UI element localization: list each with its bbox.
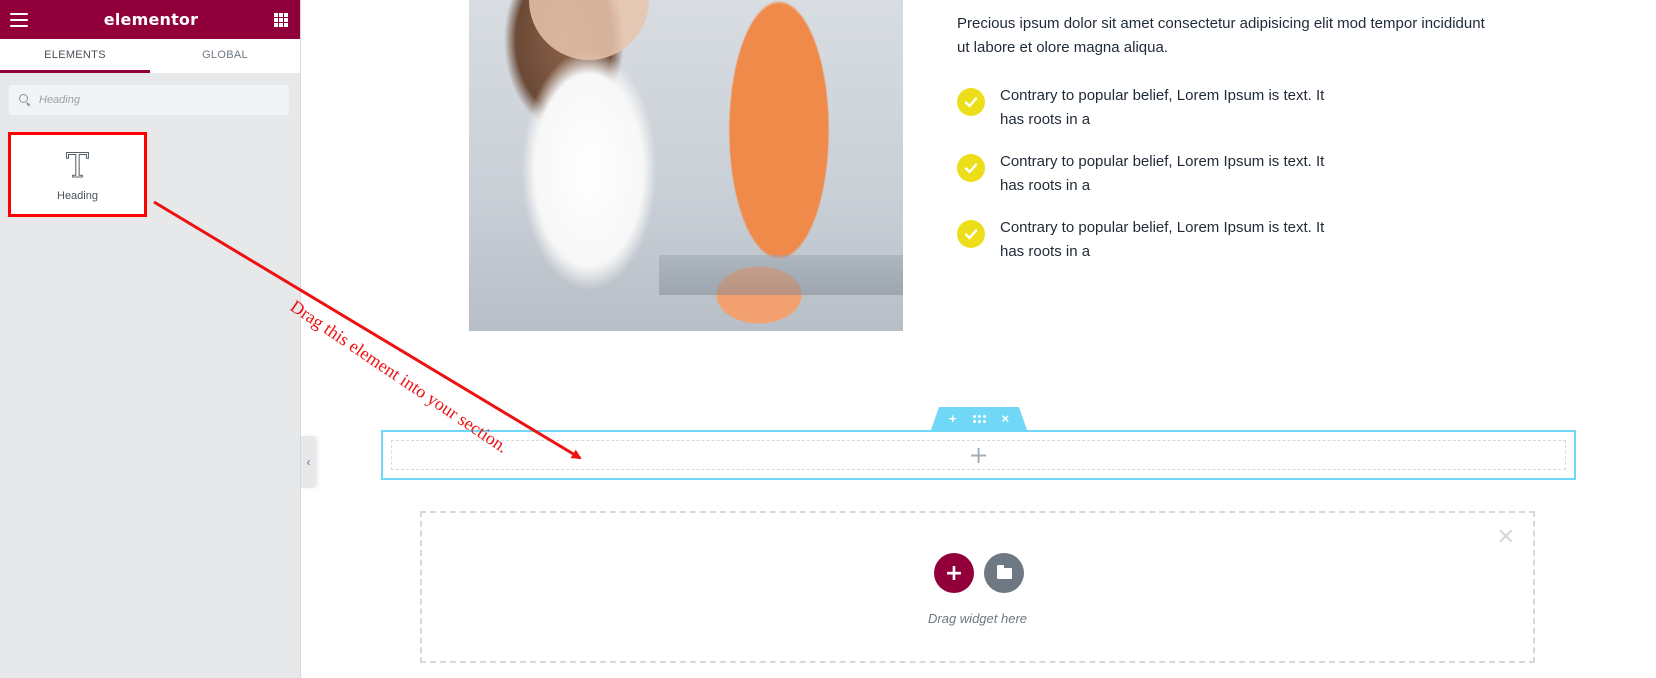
add-section-icon[interactable]: + xyxy=(949,412,957,425)
menu-icon[interactable] xyxy=(10,12,28,27)
add-new-section-button[interactable]: + xyxy=(934,553,974,593)
empty-section: + xyxy=(381,430,1576,480)
feature-item: Contrary to popular belief, Lorem Ipsum … xyxy=(957,150,1330,198)
search-box xyxy=(8,84,290,116)
feature-text: Contrary to popular belief, Lorem Ipsum … xyxy=(1000,153,1325,194)
intro-text: Precious ipsum dolor sit amet consectetu… xyxy=(957,15,1485,56)
hero-image xyxy=(469,0,903,331)
widgets-grid-icon[interactable] xyxy=(274,12,288,27)
feature-text: Contrary to popular belief, Lorem Ipsum … xyxy=(1000,87,1325,128)
tab-global[interactable]: GLOBAL xyxy=(150,39,300,73)
add-section-buttons: + xyxy=(934,553,1024,593)
heading-widget[interactable]: T Heading xyxy=(8,132,147,217)
add-section-area: ✕ + Drag widget here xyxy=(420,511,1535,663)
plus-icon[interactable]: + xyxy=(968,443,988,467)
close-icon[interactable]: ✕ xyxy=(1497,527,1515,549)
tab-elements[interactable]: ELEMENTS xyxy=(0,39,150,73)
feature-item: Contrary to popular belief, Lorem Ipsum … xyxy=(957,216,1330,264)
editor-panel: elementor ELEMENTS GLOBAL T Heading xyxy=(0,0,301,678)
search-input[interactable] xyxy=(39,94,279,106)
heading-icon: T xyxy=(66,145,90,186)
empty-column[interactable]: + xyxy=(391,440,1566,470)
elementor-logo: elementor xyxy=(103,10,199,29)
check-icon xyxy=(957,220,985,248)
widget-label: Heading xyxy=(57,189,98,202)
folder-icon xyxy=(996,564,1012,579)
check-icon xyxy=(957,154,985,182)
check-icon xyxy=(957,88,985,116)
feature-text: Contrary to popular belief, Lorem Ipsum … xyxy=(1000,219,1325,260)
panel-tabs: ELEMENTS GLOBAL xyxy=(0,39,300,73)
drag-widget-hint: Drag widget here xyxy=(928,611,1027,626)
delete-section-icon[interactable]: × xyxy=(1002,412,1010,425)
add-template-button[interactable] xyxy=(984,553,1024,593)
drag-handle-icon[interactable] xyxy=(972,414,986,423)
collapse-panel-button[interactable]: ‹ xyxy=(301,436,316,488)
search-icon xyxy=(19,94,31,107)
panel-header: elementor xyxy=(0,0,300,39)
feature-item: Contrary to popular belief, Lorem Ipsum … xyxy=(957,84,1330,132)
section-handle: + × xyxy=(931,407,1027,430)
